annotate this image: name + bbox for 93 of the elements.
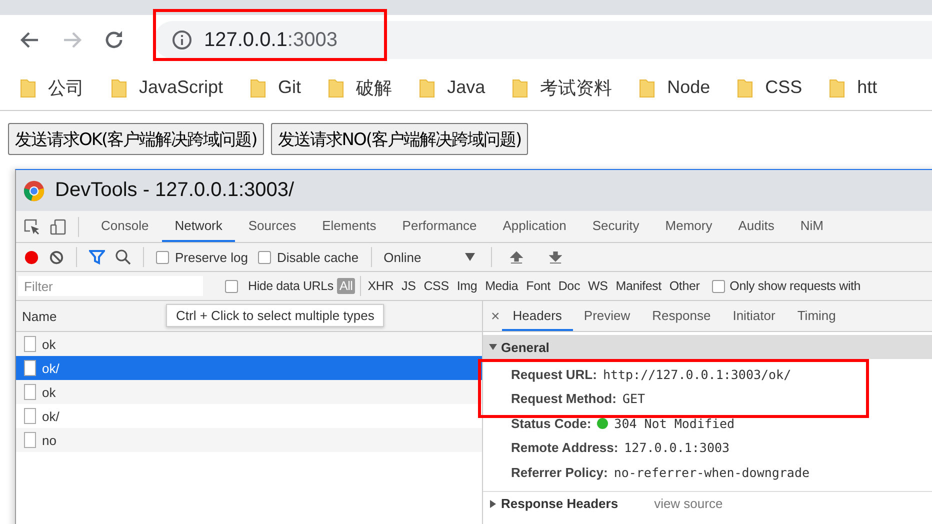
view-source-link[interactable]: view source (654, 496, 723, 511)
panel-tab[interactable]: Audits (725, 211, 788, 242)
type-filter-button[interactable]: WS (586, 278, 610, 294)
request-row[interactable]: ok (16, 332, 482, 356)
search-icon[interactable] (115, 249, 131, 265)
upload-icon[interactable] (510, 250, 524, 264)
info-icon (172, 30, 192, 50)
type-filter-button[interactable]: Doc (556, 278, 582, 294)
checkbox[interactable] (258, 250, 271, 264)
download-icon[interactable] (549, 250, 562, 264)
panel-tab[interactable]: Security (579, 211, 652, 242)
field-label: Remote Address: (511, 440, 618, 456)
panel-tab[interactable]: NiM (787, 211, 836, 242)
bookmark-item[interactable]: 破解 (328, 76, 392, 100)
bookmark-item[interactable]: 考试资料 (512, 76, 612, 100)
type-filter-button[interactable]: Other (667, 278, 702, 294)
folder-icon (20, 78, 36, 98)
request-button[interactable]: 发送请求OK(客户端解决跨域问题) (8, 123, 264, 155)
folder-icon (512, 78, 528, 98)
document-icon (24, 408, 36, 424)
checkbox[interactable] (712, 280, 725, 292)
device-icon[interactable] (50, 218, 66, 234)
type-filter-button[interactable]: XHR (366, 278, 396, 294)
bookmark-item[interactable]: JavaScript (111, 77, 224, 98)
filter-icon[interactable] (89, 249, 105, 265)
field-label: Request URL: (511, 366, 597, 382)
request-row[interactable]: ok/ (16, 356, 482, 380)
folder-icon (737, 78, 754, 98)
detail-tab[interactable]: Initiator (722, 301, 786, 331)
field-value: no-referrer-when-downgrade (614, 464, 810, 480)
expanded-triangle-icon (489, 343, 497, 351)
panel-tab[interactable]: Memory (652, 211, 726, 242)
address-bar[interactable]: 127.0.0.1:3003 (154, 21, 932, 59)
folder-icon (639, 78, 656, 98)
document-icon (24, 384, 36, 400)
checkbox-label: Disable cache (276, 250, 359, 264)
checkbox[interactable] (156, 250, 169, 264)
folder-icon (250, 78, 266, 98)
section-header[interactable]: General (483, 335, 932, 359)
bookmark-item[interactable]: htt (829, 77, 878, 98)
folder-icon (328, 78, 344, 98)
panel-tab[interactable]: Sources (235, 211, 310, 242)
request-button[interactable]: 发送请求NO(客户端解决跨域问题) (270, 123, 528, 155)
bookmark-item[interactable]: Git (250, 77, 302, 98)
type-filter-button[interactable]: CSS (422, 278, 451, 294)
checkbox-label: Hide data URLs (248, 279, 334, 293)
panel-tab[interactable]: Elements (309, 211, 390, 242)
field-value: http://127.0.0.1:3003/ok/ (602, 366, 792, 382)
document-icon (24, 432, 36, 448)
checkbox[interactable] (225, 280, 238, 292)
bookmark-item[interactable]: CSS (737, 77, 802, 98)
panel-tab[interactable]: Performance (389, 211, 490, 242)
close-button[interactable]: × (491, 308, 500, 324)
detail-tab[interactable]: Response (641, 301, 722, 331)
field-label: Request Method: (511, 391, 616, 406)
document-icon (24, 336, 36, 352)
type-filter-button[interactable]: JS (400, 278, 418, 294)
throttling-dropdown[interactable]: Online (384, 250, 476, 264)
collapsed-triangle-icon (489, 500, 497, 508)
type-filter-button[interactable]: Media (483, 278, 520, 294)
request-row[interactable]: no (16, 428, 482, 452)
detail-tab[interactable]: Headers (502, 301, 573, 331)
browser-logo-icon (23, 180, 45, 202)
url-text: 127.0.0.1:3003 (204, 28, 338, 52)
request-row[interactable]: ok (16, 380, 482, 404)
type-filter-button[interactable]: Img (454, 278, 480, 294)
clear-icon[interactable] (49, 250, 64, 264)
inspect-icon[interactable] (24, 218, 40, 234)
folder-icon (419, 78, 436, 98)
checkbox-label: Preserve log (175, 250, 248, 264)
field-value: GET (622, 391, 646, 406)
checkbox-label: Only show requests with (730, 279, 861, 293)
bookmark-item[interactable]: Node (639, 77, 710, 98)
tooltip: Ctrl + Click to select multiple types (166, 304, 384, 327)
caret-icon (465, 253, 476, 261)
filter-field[interactable]: Filter (18, 276, 203, 296)
detail-tab[interactable]: Timing (786, 301, 847, 331)
field-label: Status Code: (511, 416, 592, 431)
folder-icon (829, 78, 846, 98)
detail-tab[interactable]: Preview (572, 301, 642, 331)
bookmark-item[interactable]: Java (419, 77, 486, 98)
field-label: Referrer Policy: (511, 464, 608, 480)
panel-tab[interactable]: Console (88, 211, 162, 242)
folder-icon (111, 78, 127, 98)
bookmark-item[interactable]: 公司 (20, 76, 84, 100)
window-title: DevTools - 127.0.0.1:3003/ (55, 179, 294, 202)
document-icon (24, 360, 36, 376)
type-filter-button[interactable]: Manifest (614, 278, 664, 294)
field-value: 127.0.0.1:3003 (624, 440, 730, 456)
record-icon[interactable] (24, 250, 39, 264)
type-filter-button[interactable]: Font (524, 278, 552, 294)
field-value: 304 Not Modified (614, 416, 735, 431)
panel-tab[interactable]: Application (490, 211, 580, 242)
